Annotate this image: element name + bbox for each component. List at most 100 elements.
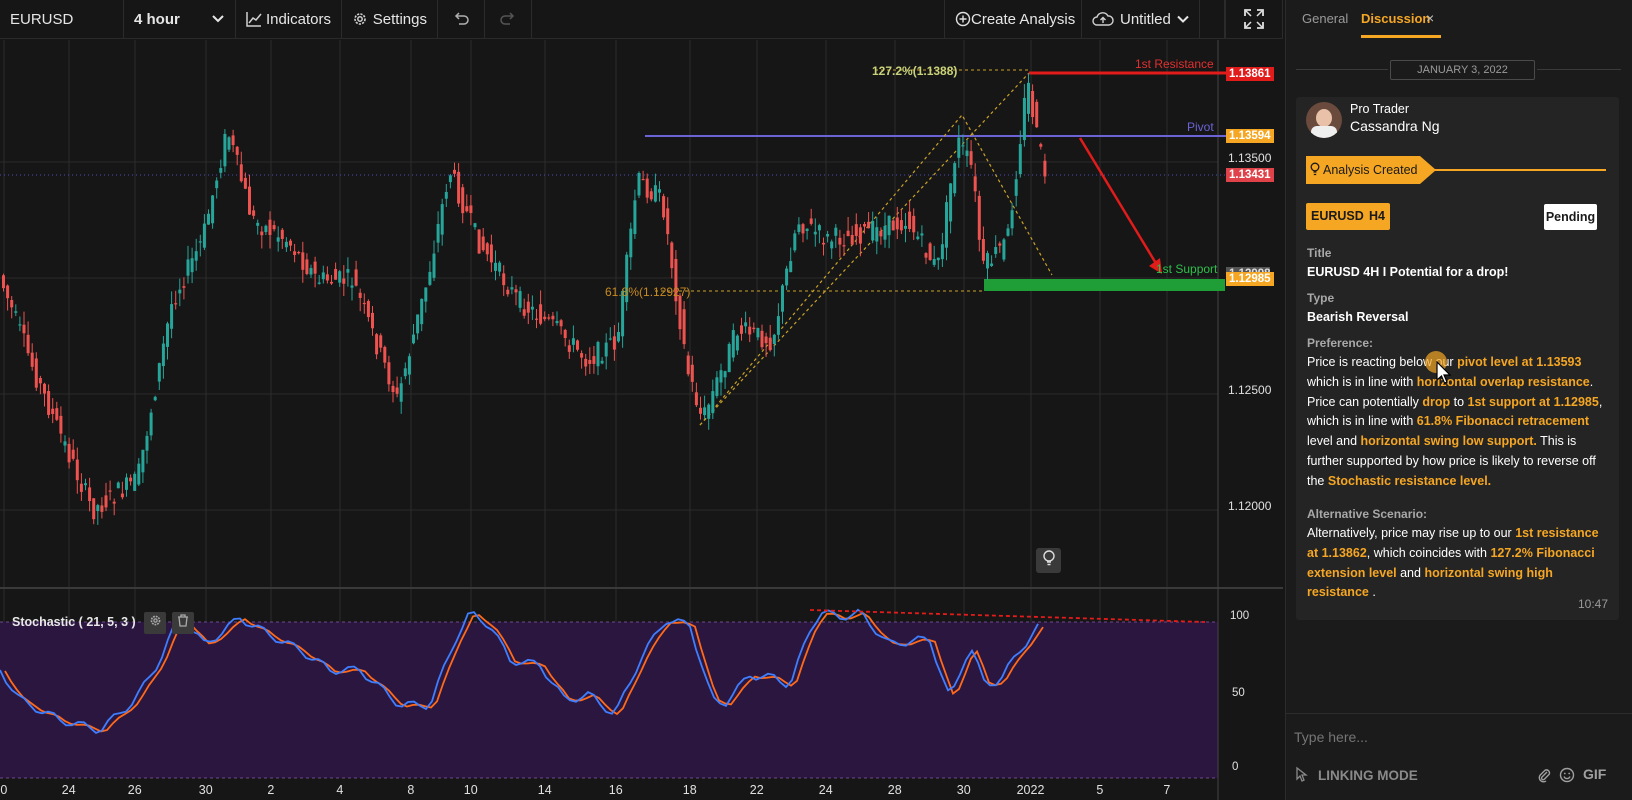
stochastic-title: Stochastic ( 21, 5, 3 ) <box>12 615 136 629</box>
attachment-icon[interactable] <box>1537 767 1551 788</box>
time-tick: 18 <box>682 783 697 797</box>
gear-icon <box>352 11 368 27</box>
text-run: Alternatively, price may rise up to our <box>1307 526 1516 540</box>
message-input[interactable] <box>1294 724 1614 750</box>
time-tick: 14 <box>537 783 552 797</box>
title-label: Title <box>1307 246 1332 260</box>
redo-icon <box>500 12 516 26</box>
symbol-chip: EURUSD <box>1306 203 1369 230</box>
stoch-axis-tick: 100 <box>1230 610 1250 622</box>
analysis-type: Bearish Reversal <box>1307 310 1409 324</box>
linking-mode-toggle[interactable]: LINKING MODE <box>1294 765 1418 786</box>
preference-label: Preference: <box>1307 336 1374 350</box>
support-price-tag: 1.12985 <box>1226 272 1274 286</box>
timeframe-selector[interactable]: 4 hour <box>124 0 236 38</box>
lightbulb-icon <box>1042 550 1056 571</box>
tab-general[interactable]: General <box>1302 11 1348 26</box>
settings-label: Settings <box>372 10 427 28</box>
price-tick: 1.12500 <box>1228 383 1272 397</box>
time-tick: 26 <box>127 783 142 797</box>
current-price-tag: 1.13431 <box>1226 168 1274 182</box>
highlighted-text: drop <box>1422 394 1451 409</box>
redo-button[interactable] <box>485 0 532 38</box>
support-label: 1st Support <box>1156 262 1218 276</box>
fib-retracement-label: 61.8%(1.12927) <box>605 285 691 299</box>
plus-circle-icon <box>955 11 971 27</box>
symbol-label: EURUSD <box>10 10 74 28</box>
analysis-marker-button[interactable] <box>1036 548 1061 573</box>
highlighted-text: pivot level at 1.13593 <box>1457 355 1582 369</box>
stochastic-delete-button[interactable] <box>172 612 194 634</box>
tab-discussion[interactable]: Discussion <box>1361 11 1430 26</box>
alt-scenario-label: Alternative Scenario: <box>1307 507 1428 521</box>
chart-line-icon <box>246 11 262 27</box>
indicators-button[interactable]: Indicators <box>236 0 342 38</box>
stoch-axis-tick: 0 <box>1232 761 1239 773</box>
avatar <box>1306 102 1342 138</box>
support-zone[interactable] <box>984 279 1225 291</box>
time-tick: 5 <box>1096 783 1104 797</box>
gear-icon <box>149 614 162 632</box>
pivot-label: Pivot <box>1187 120 1214 134</box>
create-analysis-button[interactable]: Create Analysis <box>944 0 1082 38</box>
timeframe-label: 4 hour <box>134 10 180 28</box>
stochastic-trendline[interactable] <box>809 609 1206 623</box>
text-run: and <box>1396 565 1425 580</box>
highlighted-text: 61.8% Fibonacci retracement <box>1416 414 1590 429</box>
stochastic-settings-button[interactable] <box>144 612 166 634</box>
time-tick: 24 <box>818 783 833 797</box>
author-role: Pro Trader <box>1350 102 1410 116</box>
text-run: , which coincides with <box>1366 545 1491 560</box>
message-time: 10:47 <box>1578 597 1609 611</box>
projection-arrow[interactable] <box>1078 137 1162 271</box>
event-banner: Analysis Created <box>1306 156 1606 184</box>
trading-app: EURUSD 4 hour Indicators Settings Create… <box>0 0 1632 800</box>
chart-canvas[interactable]: 1.13500 1.12500 1.12000 1.12998 1.13861 … <box>0 40 1283 800</box>
time-tick: 8 <box>407 783 415 797</box>
close-icon[interactable]: × <box>1426 10 1434 26</box>
time-tick: 2 <box>267 783 275 797</box>
chart-toolbar: EURUSD 4 hour Indicators Settings Create… <box>0 0 1283 39</box>
timeframe-chip: H4 <box>1364 203 1390 230</box>
resistance-label: 1st Resistance <box>1135 57 1214 71</box>
cloud-upload-icon <box>1092 11 1114 27</box>
divider <box>1296 69 1388 70</box>
layout-name: Untitled <box>1120 10 1171 28</box>
symbol-selector[interactable]: EURUSD <box>0 0 124 38</box>
price-chart[interactable] <box>0 40 1283 800</box>
undo-button[interactable] <box>438 0 485 38</box>
layout-selector[interactable]: Untitled <box>1082 0 1200 38</box>
trash-icon <box>177 614 189 632</box>
active-tab-underline <box>1361 35 1441 38</box>
text-run: to <box>1450 394 1468 409</box>
pointer-icon <box>1294 765 1312 786</box>
stoch-axis-tick: 50 <box>1232 687 1245 699</box>
time-tick: 30 <box>956 783 971 797</box>
fib-extension-label: 127.2%(1.1388) <box>872 64 958 78</box>
time-tick: 2022 <box>1016 783 1045 797</box>
time-tick: 10 <box>463 783 478 797</box>
panel-tabs: General Discussion × <box>1286 0 1632 38</box>
time-tick: 16 <box>608 783 623 797</box>
divider <box>1537 69 1621 70</box>
settings-button[interactable]: Settings <box>342 0 438 38</box>
emoji-icon[interactable] <box>1559 767 1575 788</box>
highlighted-text: horizontal swing low support. <box>1360 434 1537 449</box>
lightbulb-icon <box>1310 162 1320 181</box>
analysis-title: EURUSD 4H I Potential for a drop! <box>1307 265 1509 279</box>
create-analysis-label: Create Analysis <box>971 10 1076 28</box>
resistance-price-tag: 1.13861 <box>1226 67 1274 81</box>
time-tick: 24 <box>61 783 76 797</box>
fullscreen-icon <box>1244 9 1264 29</box>
status-badge: Pending <box>1544 204 1597 230</box>
text-run: which is in line with <box>1307 374 1417 389</box>
event-label: Analysis Created <box>1323 163 1418 177</box>
time-tick: 30 <box>198 783 213 797</box>
gif-button[interactable]: GIF <box>1583 766 1606 782</box>
linking-mode-label: LINKING MODE <box>1318 768 1418 783</box>
discussion-panel: General Discussion × JANUARY 3, 2022 Pro… <box>1285 0 1632 800</box>
fullscreen-button[interactable] <box>1225 0 1283 38</box>
time-tick: 22 <box>749 783 764 797</box>
time-tick: 4 <box>336 783 344 797</box>
stochastic-band <box>0 622 1218 778</box>
